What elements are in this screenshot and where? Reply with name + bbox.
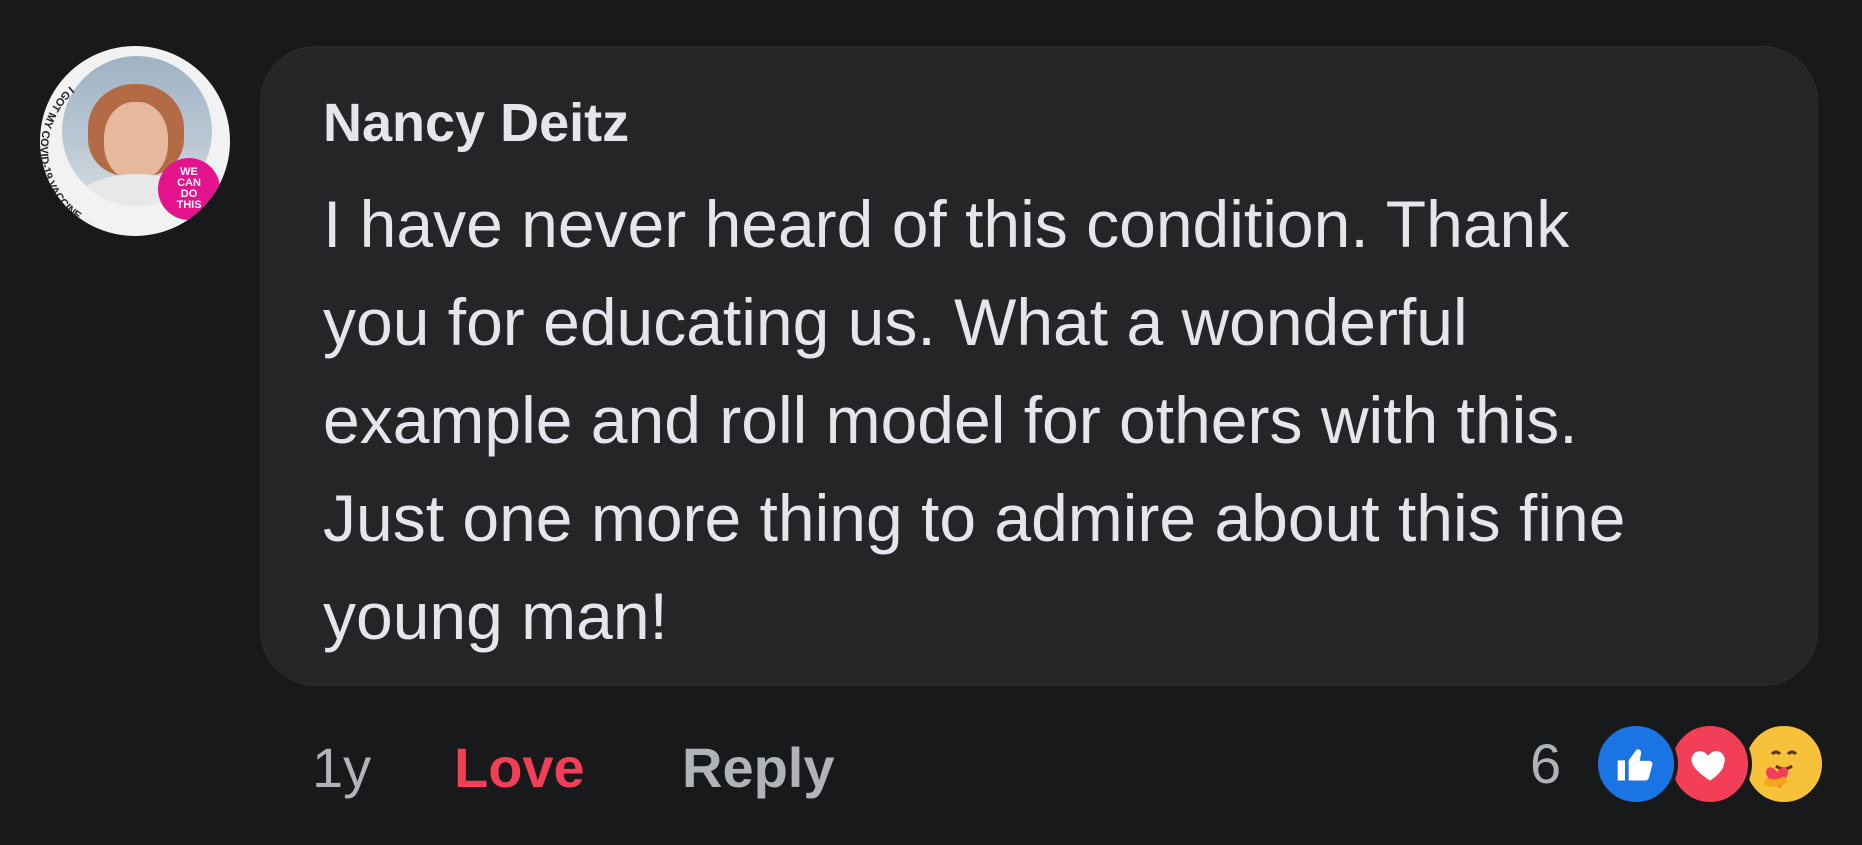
- avatar-ring-text: I GOT MY COVID-19 VACCINE: [40, 84, 83, 223]
- comment-author[interactable]: Nancy Deitz: [323, 91, 629, 155]
- comment-text-line: I have never heard of this condition. Th…: [323, 187, 1570, 261]
- reaction-count: 6: [1530, 732, 1562, 795]
- avatar-badge: WE CAN DO THIS: [158, 158, 220, 220]
- comment: I GOT MY COVID-19 VACCINE WE CAN DO THIS…: [0, 0, 1862, 845]
- reply-button[interactable]: Reply: [682, 738, 835, 798]
- comment-bubble: Nancy Deitz I have never heard of this c…: [260, 46, 1818, 686]
- care-face-icon: [1758, 736, 1810, 788]
- love-icon: [1668, 722, 1752, 806]
- like-icon: [1594, 722, 1678, 806]
- care-icon: [1742, 722, 1826, 806]
- love-reaction-button[interactable]: Love: [454, 738, 585, 798]
- avatar[interactable]: I GOT MY COVID-19 VACCINE WE CAN DO THIS: [40, 46, 230, 236]
- svg-text:I GOT MY COVID-19 VACCINE: I GOT MY COVID-19 VACCINE: [40, 84, 83, 223]
- comment-text-line: you for educating us. What a wonderful: [323, 285, 1468, 359]
- reaction-summary[interactable]: 6: [1530, 722, 1830, 806]
- comment-text: I have never heard of this condition. Th…: [323, 175, 1783, 665]
- comment-timestamp[interactable]: 1y: [312, 738, 371, 798]
- comment-text-line: Just one more thing to admire about this…: [323, 481, 1626, 555]
- thumbs-up-icon: [1617, 749, 1653, 781]
- heart-icon: [1691, 751, 1725, 781]
- badge-line: THIS: [176, 199, 202, 211]
- comment-text-line: young man!: [323, 579, 668, 653]
- comment-text-line: example and roll model for others with t…: [323, 383, 1578, 457]
